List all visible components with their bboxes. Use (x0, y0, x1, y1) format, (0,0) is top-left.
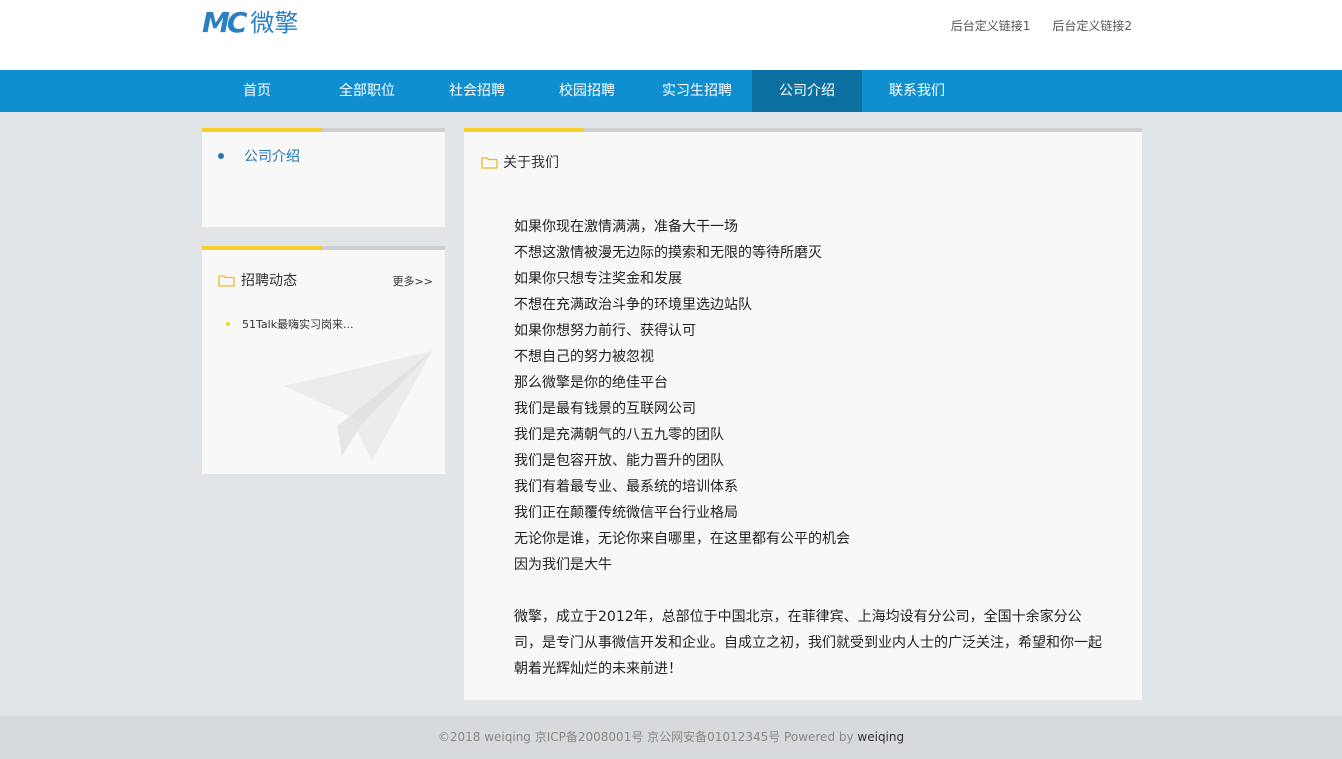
content-line: 我们正在颠覆传统微信平台行业格局 (514, 505, 738, 521)
bullet-icon (218, 153, 224, 159)
nav-item-all-jobs[interactable]: 全部职位 (312, 70, 422, 112)
content-line: 如果你想努力前行、获得认可 (514, 323, 696, 339)
nav-item-intern-recruit[interactable]: 实习生招聘 (642, 70, 752, 112)
recruit-news-panel: 招聘动态 更多>> 51Talk最嗨实习岗来... (202, 246, 445, 474)
content-line: 我们是充满朝气的八五九零的团队 (514, 427, 724, 443)
content-line: 无论你是谁，无论你来自哪里，在这里都有公平的机会 (514, 531, 850, 547)
nav-item-contact[interactable]: 联系我们 (862, 70, 972, 112)
sidebar-menu-panel: 公司介绍 (202, 128, 445, 227)
content-line: 我们是最有钱景的互联网公司 (514, 401, 696, 417)
nav-item-campus-recruit[interactable]: 校园招聘 (532, 70, 642, 112)
company-description: 微擎，成立于2012年，总部位于中国北京，在菲律宾、上海均设有分公司，全国十余家… (514, 609, 1102, 677)
sidebar-item-company-intro[interactable]: 公司介绍 (218, 146, 300, 166)
logo[interactable]: MC 微擎 (202, 8, 298, 38)
content-line: 不想在充满政治斗争的环境里选边站队 (514, 297, 752, 313)
sidebar-item-label: 公司介绍 (244, 149, 300, 165)
header-links: 后台定义链接1 后台定义链接2 (951, 17, 1132, 34)
content-line: 我们有着最专业、最系统的培训体系 (514, 479, 738, 495)
logo-mark: MC (202, 6, 247, 39)
about-title: 关于我们 (503, 155, 559, 171)
paper-plane-icon (284, 351, 432, 461)
header-link-2[interactable]: 后台定义链接2 (1052, 17, 1132, 34)
header-link-1[interactable]: 后台定义链接1 (951, 17, 1031, 34)
content-line: 如果你只想专注奖金和发展 (514, 271, 682, 287)
news-item[interactable]: 51Talk最嗨实习岗来... (226, 316, 354, 332)
nav-item-social-recruit[interactable]: 社会招聘 (422, 70, 532, 112)
content-line: 那么微擎是你的绝佳平台 (514, 375, 668, 391)
main-nav: 首页 全部职位 社会招聘 校园招聘 实习生招聘 公司介绍 联系我们 (0, 70, 1342, 112)
content-line: 我们是包容开放、能力晋升的团队 (514, 453, 724, 469)
more-link[interactable]: 更多>> (393, 273, 433, 289)
nav-item-home[interactable]: 首页 (202, 70, 312, 112)
content-line: 不想这激情被漫无边际的摸索和无限的等待所磨灭 (514, 245, 822, 261)
content-line: 如果你现在激情满满，准备大干一场 (514, 219, 738, 235)
nav-item-company-intro[interactable]: 公司介绍 (752, 70, 862, 112)
nav-items: 首页 全部职位 社会招聘 校园招聘 实习生招聘 公司介绍 联系我们 (202, 70, 972, 112)
panel-top-bar (202, 128, 445, 132)
footer-text: ©2018 weiqing 京ICP备2008001号 京公网安备0101234… (437, 730, 858, 744)
about-content: 如果你现在激情满满，准备大干一场 不想这激情被漫无边际的摸索和无限的等待所磨灭 … (514, 214, 1104, 682)
top-header: MC 微擎 后台定义链接1 后台定义链接2 (0, 0, 1342, 70)
bullet-icon (226, 322, 230, 326)
about-panel: 关于我们 如果你现在激情满满，准备大干一场 不想这激情被漫无边际的摸索和无限的等… (464, 128, 1142, 700)
logo-text: 微擎 (250, 9, 299, 37)
about-header: 关于我们 (481, 152, 559, 172)
panel-top-bar (202, 246, 445, 250)
folder-icon (218, 274, 235, 287)
news-item-label: 51Talk最嗨实习岗来... (242, 318, 354, 331)
footer-brand[interactable]: weiqing (857, 730, 904, 744)
folder-icon (481, 156, 498, 169)
news-title: 招聘动态 (241, 273, 297, 289)
panel-top-bar (464, 128, 1142, 132)
footer: ©2018 weiqing 京ICP备2008001号 京公网安备0101234… (0, 716, 1342, 759)
content-line: 因为我们是大牛 (514, 557, 612, 573)
news-header: 招聘动态 更多>> (218, 270, 433, 290)
content-line: 不想自己的努力被忽视 (514, 349, 654, 365)
